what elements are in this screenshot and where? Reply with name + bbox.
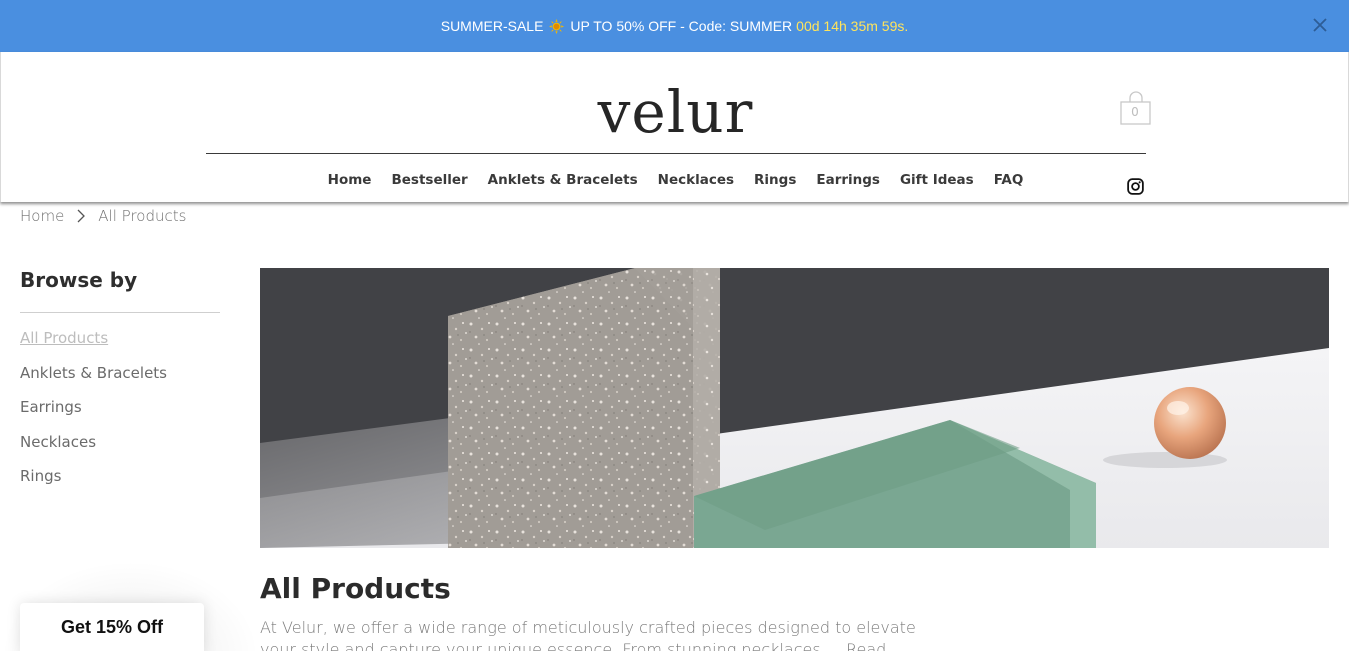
sidebar-item-anklets-bracelets[interactable]: Anklets & Bracelets (20, 364, 220, 399)
nav-item-bestseller[interactable]: Bestseller (381, 172, 477, 188)
sidebar-divider (20, 312, 220, 313)
collection-description-text: At Velur, we offer a wide range of metic… (260, 618, 916, 651)
sidebar-item-necklaces[interactable]: Necklaces (20, 433, 220, 468)
sidebar-item-rings[interactable]: Rings (20, 467, 220, 502)
main-nav: Home Bestseller Anklets & Bracelets Neck… (1, 172, 1349, 188)
sidebar-item-all-products[interactable]: All Products (20, 329, 220, 364)
nav-item-necklaces[interactable]: Necklaces (648, 172, 744, 188)
sun-icon (549, 18, 565, 34)
nav-item-home[interactable]: Home (318, 172, 382, 188)
page-title: All Products (260, 572, 451, 605)
breadcrumb-current: All Products (98, 207, 187, 225)
nav-item-earrings[interactable]: Earrings (806, 172, 890, 188)
sidebar-item-earrings[interactable]: Earrings (20, 398, 220, 433)
nav-item-gift-ideas[interactable]: Gift Ideas (890, 172, 984, 188)
category-list: All Products Anklets & Bracelets Earring… (20, 329, 220, 502)
hero-illustration (260, 268, 1329, 548)
nav-item-rings[interactable]: Rings (744, 172, 806, 188)
nav-item-faq[interactable]: FAQ (984, 172, 1034, 188)
announcement-bar: SUMMER-SALE UP TO 50% OFF - Code: SUMMER… (0, 0, 1349, 52)
close-icon[interactable] (1309, 14, 1331, 36)
discount-popup-button[interactable]: Get 15% Off (20, 603, 204, 651)
hero-banner-image (260, 268, 1329, 548)
header-divider (206, 153, 1146, 154)
cart-button[interactable]: 0 (1120, 90, 1152, 126)
browse-sidebar: Browse by All Products Anklets & Bracele… (20, 268, 220, 502)
countdown-timer: 00d 14h 35m 59s. (796, 18, 909, 34)
collection-description: At Velur, we offer a wide range of metic… (260, 617, 920, 651)
breadcrumb: Home All Products (20, 207, 186, 225)
nav-item-anklets-bracelets[interactable]: Anklets & Bracelets (478, 172, 648, 188)
announcement-offer-text: UP TO 50% OFF - Code: SUMMER (570, 18, 793, 34)
cart-count: 0 (1131, 105, 1139, 119)
chevron-right-icon (77, 209, 86, 223)
site-header: velur 0 Home Bestseller Anklets & Bracel… (0, 52, 1349, 202)
breadcrumb-home[interactable]: Home (20, 207, 64, 225)
announcement-sale-text: SUMMER-SALE (440, 18, 544, 34)
instagram-icon[interactable] (1127, 178, 1144, 195)
sidebar-title: Browse by (20, 268, 138, 292)
